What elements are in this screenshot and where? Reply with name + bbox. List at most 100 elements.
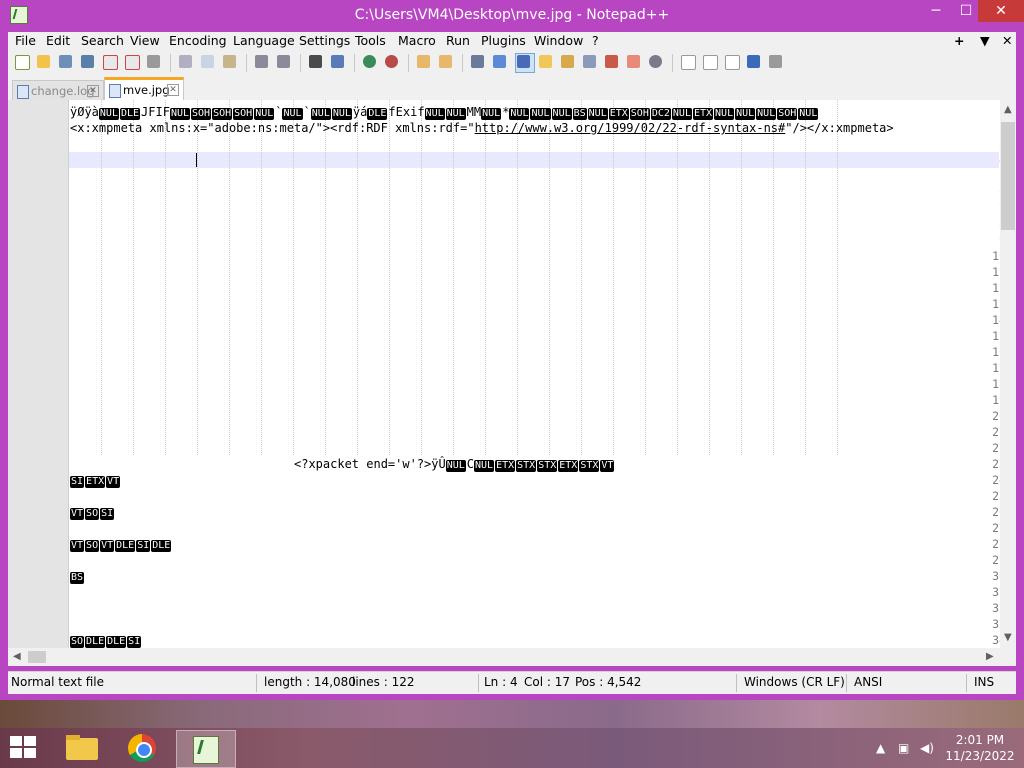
status-separator [736, 674, 737, 692]
open-file-icon[interactable] [36, 54, 52, 70]
chrome-icon[interactable] [114, 730, 172, 766]
save-all-icon[interactable] [80, 54, 96, 70]
control-char: DLE [367, 108, 388, 120]
menu-edit[interactable]: Edit [46, 33, 70, 48]
network-icon[interactable]: ▣ [898, 741, 909, 755]
zoom-in-icon[interactable] [362, 54, 378, 70]
word-wrap-icon[interactable] [470, 54, 486, 70]
control-char: NUL [282, 108, 303, 120]
menu-help[interactable]: ? [592, 33, 599, 48]
text-caret [196, 153, 197, 167]
clock-time[interactable]: 2:01 PM [950, 733, 1010, 747]
indent-guide [453, 100, 454, 455]
close-tab-icon[interactable]: ✕ [167, 84, 179, 96]
line-number-gutter [8, 100, 69, 648]
close-file-icon[interactable] [102, 54, 118, 70]
control-char: DLE [151, 540, 172, 552]
doc-list-icon[interactable] [582, 54, 598, 70]
show-hidden-icons-icon[interactable]: ▲ [876, 741, 885, 755]
horizontal-scrollbar[interactable]: ◀ ▶ [8, 648, 1016, 666]
control-char: BS [572, 108, 587, 120]
menu-macro[interactable]: Macro [398, 33, 436, 48]
folder-workspace-icon[interactable] [626, 54, 642, 70]
map-icon[interactable] [560, 54, 576, 70]
scroll-left-icon[interactable]: ◀ [13, 651, 21, 662]
function-list-icon[interactable] [604, 54, 620, 70]
clock-date[interactable]: 11/23/2022 [944, 749, 1016, 763]
replace-icon[interactable] [330, 54, 346, 70]
copy-icon[interactable] [200, 54, 216, 70]
indent-guide [677, 100, 678, 455]
sync-vertical-icon[interactable] [416, 54, 432, 70]
menu-tools[interactable]: Tools [355, 33, 386, 48]
windows-start-icon[interactable] [10, 736, 38, 760]
close-all-icon[interactable] [124, 54, 140, 70]
notepad-plus-plus-taskbar-icon[interactable] [176, 730, 236, 768]
title-bar[interactable]: C:\Users\VM4\Desktop\mve.jpg - Notepad++… [0, 0, 1024, 32]
horizontal-scroll-thumb[interactable] [28, 651, 46, 663]
status-encoding[interactable]: ANSI [854, 675, 882, 689]
menu-settings[interactable]: Settings [299, 33, 350, 48]
new-file-icon[interactable] [14, 54, 30, 70]
line-number: 16 [956, 345, 1006, 359]
minimize-button[interactable]: ─ [920, 0, 952, 22]
save-icon[interactable] [58, 54, 74, 70]
file-explorer-icon[interactable] [54, 730, 112, 766]
close-doc-icon[interactable]: ✕ [1002, 33, 1012, 48]
taskbar: ▲ ▣ ◀) 2:01 PM 11/23/2022 [0, 728, 1024, 768]
control-char: SOH [212, 108, 233, 120]
status-insert-mode[interactable]: INS [974, 675, 994, 689]
menu-language[interactable]: Language [233, 33, 295, 48]
print-icon[interactable] [146, 54, 162, 70]
control-char: SI [136, 540, 151, 552]
close-tab-icon[interactable]: ✕ [87, 85, 99, 97]
zoom-out-icon[interactable] [384, 54, 400, 70]
scroll-right-icon[interactable]: ▶ [986, 651, 994, 662]
save-macro-icon[interactable] [768, 54, 784, 70]
status-eol[interactable]: Windows (CR LF) [744, 675, 845, 689]
menu-encoding[interactable]: Encoding [169, 33, 227, 48]
line-number: 10 [956, 249, 1006, 263]
vertical-scrollbar[interactable]: ▲ ▼ [1000, 100, 1016, 648]
indent-guide [101, 100, 102, 455]
paste-icon[interactable] [222, 54, 238, 70]
show-all-chars-icon[interactable] [492, 54, 508, 70]
indent-guide [133, 100, 134, 455]
line-number: 14 [956, 313, 1006, 327]
find-icon[interactable] [308, 54, 324, 70]
undo-icon[interactable] [254, 54, 270, 70]
menu-search[interactable]: Search [81, 33, 124, 48]
url-link[interactable]: http://www.w3.org/1999/02/22-rdf-syntax-… [475, 121, 786, 135]
menu-window[interactable]: Window [534, 33, 583, 48]
close-button[interactable]: ✕ [978, 0, 1024, 22]
control-char: ETX [608, 108, 629, 120]
menu-view[interactable]: View [130, 33, 160, 48]
document-icon [17, 85, 29, 99]
vertical-scroll-thumb[interactable] [1001, 122, 1015, 230]
volume-icon[interactable]: ◀) [920, 741, 934, 755]
redo-icon[interactable] [276, 54, 292, 70]
add-icon[interactable]: + [954, 33, 964, 48]
menu-run[interactable]: Run [446, 33, 470, 48]
scroll-up-icon[interactable]: ▲ [1004, 104, 1012, 115]
menu-plugins[interactable]: Plugins [481, 33, 526, 48]
play-macro-icon[interactable] [724, 54, 740, 70]
lang-icon[interactable] [538, 54, 554, 70]
text: * [502, 105, 510, 119]
indent-guide-icon[interactable] [515, 53, 535, 73]
menu-bar: File Edit Search View Encoding Language … [8, 32, 1016, 50]
sync-horizontal-icon[interactable] [438, 54, 454, 70]
control-char: SOH [777, 108, 798, 120]
stop-macro-icon[interactable] [702, 54, 718, 70]
menu-file[interactable]: File [15, 33, 36, 48]
text-editor[interactable]: 1 2 3 4 5 6 7 8 9 10 11 12 13 14 15 16 1… [8, 100, 1016, 648]
line-number: 27 [956, 521, 1006, 535]
run-macro-multiple-icon[interactable] [746, 54, 762, 70]
monitoring-icon[interactable] [648, 54, 664, 70]
record-macro-icon[interactable] [680, 54, 696, 70]
text: ` [303, 105, 311, 119]
cut-icon[interactable] [178, 54, 194, 70]
scroll-down-icon[interactable]: ▼ [1004, 632, 1012, 643]
tab-change-log[interactable]: change.log ✕ [12, 80, 104, 101]
dropdown-icon[interactable]: ▼ [980, 33, 990, 48]
